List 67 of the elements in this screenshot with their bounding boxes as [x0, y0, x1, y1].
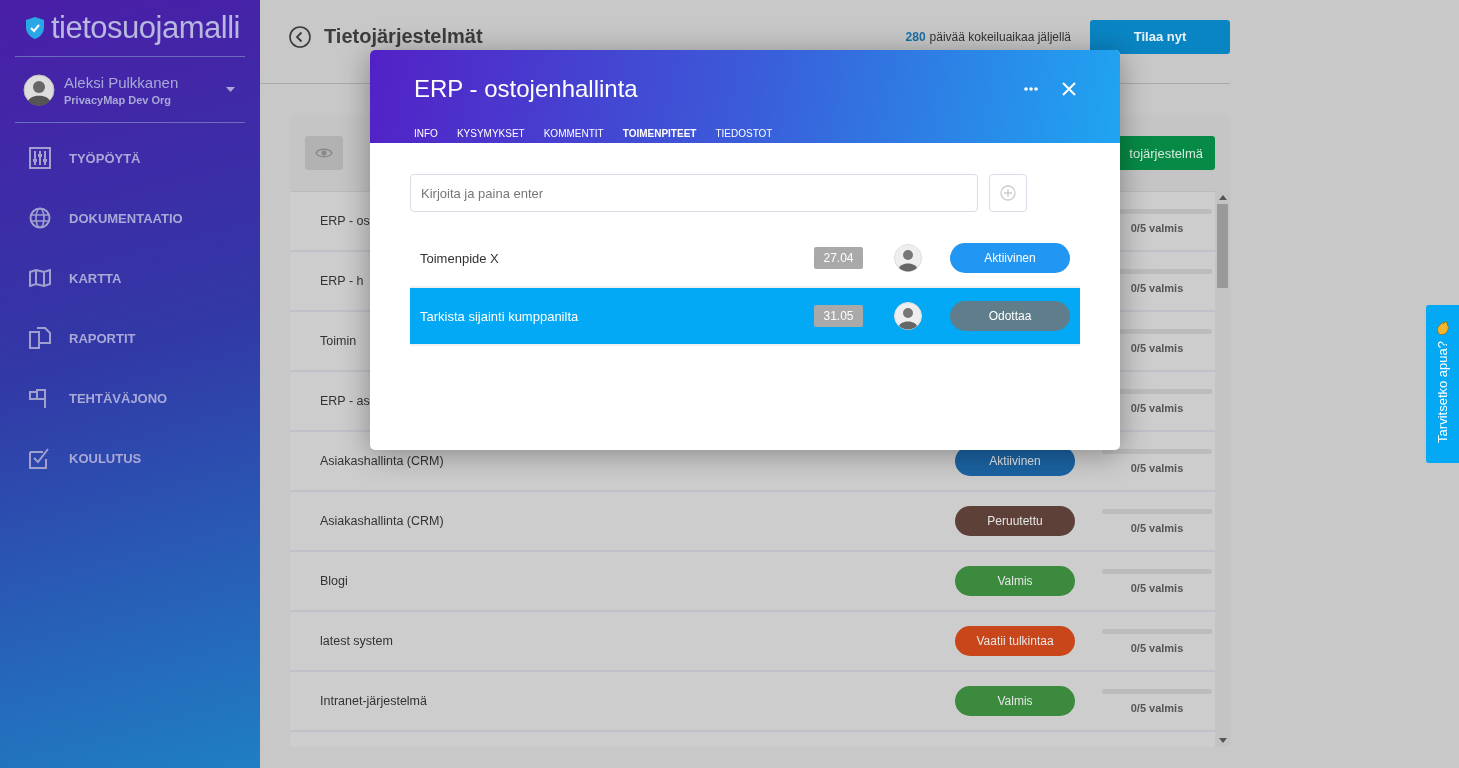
status-badge[interactable]: Aktiivinen	[950, 243, 1070, 273]
task-name: Tarkista sijainti kumppanilta	[420, 308, 580, 324]
progress-text: 0/5 valmis	[1130, 641, 1184, 654]
dialog-tab[interactable]: TOIMENPITEET	[622, 128, 697, 139]
help-tab[interactable]: Tarvitsetko apua?	[1426, 305, 1459, 463]
trial-text: päivää kokeiluaikaa jäljellä	[929, 29, 1071, 44]
dialog-tab[interactable]: INFO	[414, 128, 438, 139]
plus-icon	[1000, 185, 1016, 201]
due-date: 31.05	[814, 305, 863, 327]
dialog-tab[interactable]: TIEDOSTOT	[715, 128, 773, 139]
progress-text: 0/5 valmis	[1130, 221, 1184, 234]
task-row[interactable]: Tarkista sijainti kumppanilta 31.05 Odottaa	[410, 288, 1080, 346]
logo-text: tietosuojamalli	[51, 10, 240, 46]
progress-text: 0/5 valmis	[1130, 521, 1184, 534]
globe-icon	[29, 207, 51, 229]
status-badge[interactable]: Odottaa	[950, 301, 1070, 331]
trial-days: 280	[905, 29, 926, 44]
page-title: Tietojärjestelmät	[324, 25, 483, 48]
waving-hand-icon	[1435, 321, 1450, 335]
more-icon[interactable]	[1024, 87, 1038, 91]
progress-text: 0/5 valmis	[1130, 581, 1184, 594]
scroll-up-icon[interactable]	[1218, 195, 1227, 200]
status-badge: Peruutettu	[955, 506, 1075, 536]
status-badge: Valmis	[955, 566, 1075, 596]
nav-item[interactable]: DOKUMENTAATIO	[15, 188, 245, 248]
status-badge: Vaatii tulkintaa	[955, 626, 1075, 656]
eye-icon	[315, 147, 333, 159]
system-name[interactable]: Asiakashallinta (CRM)	[290, 454, 955, 468]
progress-text: 0/5 valmis	[1130, 701, 1184, 714]
visibility-button[interactable]	[305, 136, 343, 170]
dialog-tab[interactable]: KOMMENTIT	[543, 128, 604, 139]
dialog-title: ERP - ostojenhallinta	[414, 75, 638, 103]
progress-text: 0/5 valmis	[1130, 461, 1184, 474]
progress-text: 0/5 valmis	[1130, 341, 1184, 354]
avatar	[894, 302, 922, 330]
user-avatar[interactable]	[23, 73, 55, 106]
nav-item[interactable]: TEHTÄVÄJONO	[15, 368, 245, 428]
scrollbar[interactable]	[1215, 191, 1230, 747]
system-name[interactable]: Blogi	[290, 574, 955, 588]
close-icon[interactable]	[1062, 82, 1076, 96]
system-name[interactable]: latest system	[290, 634, 955, 648]
scroll-down-icon[interactable]	[1218, 738, 1227, 743]
checkbox-icon	[29, 447, 51, 469]
nav-item[interactable]: TYÖPÖYTÄ	[15, 128, 245, 188]
progress-text: 0/5 valmis	[1130, 401, 1184, 414]
back-icon[interactable]	[289, 25, 311, 48]
subscribe-button[interactable]: Tilaa nyt	[1090, 19, 1230, 54]
user-name[interactable]: Aleksi Pulkkanen	[64, 73, 217, 91]
nav-item[interactable]: KOULUTUS	[15, 428, 245, 488]
map-icon	[29, 269, 51, 287]
dialog-tab[interactable]: KYSYMYKSET	[456, 128, 525, 139]
shield-logo-icon	[25, 16, 45, 40]
task-input[interactable]: Kirjoita ja paina enter	[410, 174, 978, 212]
status-badge: Valmis	[955, 686, 1075, 716]
task-name: Toimenpide X	[420, 250, 500, 266]
nav-item[interactable]: KARTTA	[15, 248, 245, 308]
progress-text: 0/5 valmis	[1130, 281, 1184, 294]
system-name[interactable]: Intranet-järjestelmä	[290, 694, 955, 708]
sliders-icon	[29, 147, 51, 169]
documents-icon	[29, 327, 51, 349]
caret-icon[interactable]	[226, 87, 235, 92]
avatar	[894, 244, 922, 272]
due-date: 27.04	[814, 247, 863, 269]
system-name[interactable]: Asiakashallinta (CRM)	[290, 514, 955, 528]
nav-item[interactable]: RAPORTIT	[15, 308, 245, 368]
organization-name: PrivacyMap Dev Org	[64, 93, 172, 106]
scroll-thumb[interactable]	[1217, 204, 1228, 288]
